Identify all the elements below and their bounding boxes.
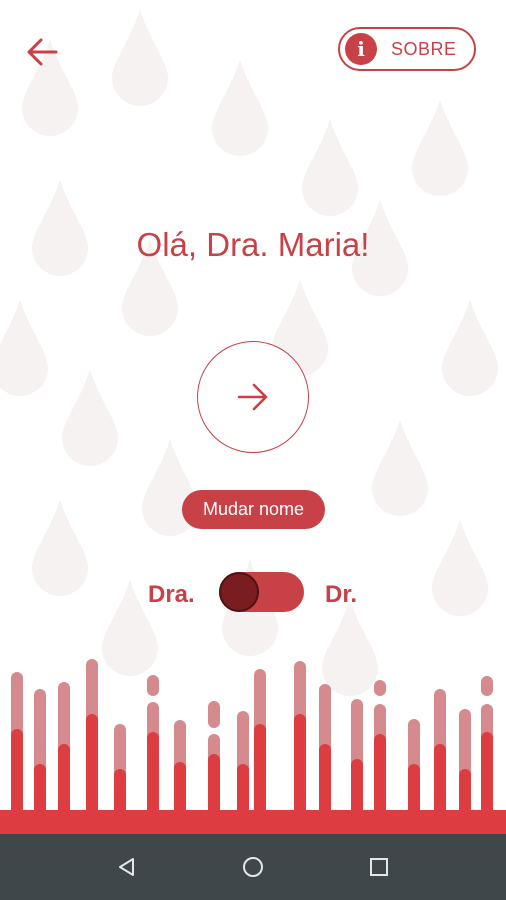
info-icon: i	[345, 33, 377, 65]
nav-back-button[interactable]	[107, 847, 147, 887]
screen: i SOBRE Olá, Dra. Maria! Mudar nome Dra.…	[0, 0, 506, 900]
back-button[interactable]	[20, 30, 64, 74]
about-label: SOBRE	[391, 38, 457, 59]
greeting-title: Olá, Dra. Maria!	[136, 226, 370, 263]
title-option-dra: Dra.	[148, 581, 195, 608]
switch-knob	[219, 572, 259, 612]
continue-button[interactable]	[197, 341, 309, 453]
nav-recents-button[interactable]	[359, 847, 399, 887]
rename-button[interactable]: Mudar nome	[182, 490, 325, 529]
title-toggle-row: Dra. Dr.	[0, 570, 506, 620]
dripping-waves-decoration	[0, 659, 506, 835]
nav-home-button[interactable]	[233, 847, 273, 887]
circle-home-icon	[243, 857, 263, 877]
title-option-dr: Dr.	[325, 581, 358, 608]
triangle-back-icon	[119, 858, 134, 876]
square-recents-icon	[370, 858, 388, 876]
system-navigation-bar	[0, 834, 506, 900]
arrow-right-icon	[237, 383, 268, 411]
about-button[interactable]: i SOBRE	[338, 27, 476, 71]
arrow-left-icon	[27, 38, 58, 66]
title-toggle-switch[interactable]	[219, 572, 304, 612]
